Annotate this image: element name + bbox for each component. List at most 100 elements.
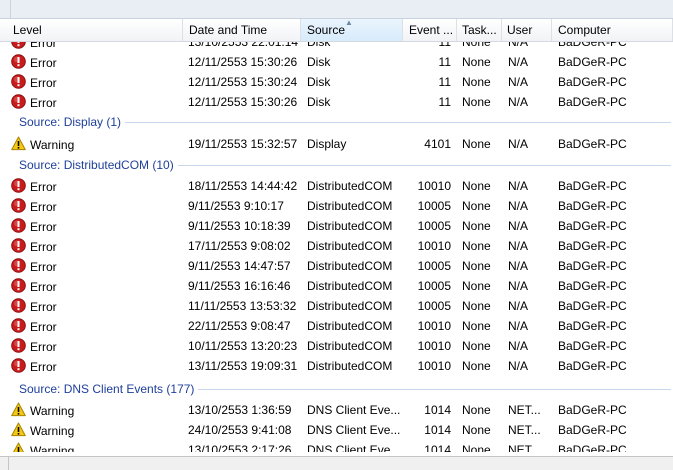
group-header-distributedcom[interactable]: Source: DistributedCOM (10) <box>0 155 673 175</box>
error-icon <box>11 278 26 294</box>
event-task-cell: None <box>462 199 491 213</box>
event-source-cell: Disk <box>307 55 331 69</box>
event-date-cell: 12/11/2553 15:30:26 <box>188 95 298 109</box>
event-row[interactable]: Error 9/11/2553 9:10:17 DistributedCOM 1000… <box>0 196 673 216</box>
event-user-cell: N/A <box>508 319 529 333</box>
event-row[interactable]: Error 17/11/2553 9:08:02 DistributedCOM 100… <box>0 236 673 256</box>
event-row[interactable]: Error 12/11/2553 15:30:24 Disk 11 None N/A BaD… <box>0 72 673 92</box>
column-header-task-category-label: Task... <box>462 23 497 37</box>
event-source-cell: DistributedCOM <box>307 299 393 313</box>
column-header-task-category[interactable]: Task... <box>457 19 502 41</box>
event-level-text: Error <box>30 319 57 334</box>
error-icon <box>11 54 26 70</box>
group-header-dns-client[interactable]: Source: DNS Client Events (177) <box>0 379 673 399</box>
event-source-cell: DistributedCOM <box>307 319 393 333</box>
event-computer-cell: BaDGeR-PC <box>558 359 627 373</box>
event-row[interactable]: Error 13/11/2553 19:09:31 DistributedCOM 10… <box>0 356 673 376</box>
column-header-level[interactable]: Level <box>0 19 183 41</box>
event-level-cell: Error <box>11 52 183 72</box>
event-source-cell: Disk <box>307 95 331 109</box>
event-level-text: Error <box>30 339 57 354</box>
group-header-display[interactable]: Source: Display (1) <box>0 112 673 132</box>
event-level-text: Error <box>30 259 57 274</box>
event-date-cell: 22/11/2553 9:08:47 <box>188 319 291 333</box>
event-id-cell: 10010 <box>417 179 451 193</box>
event-row[interactable]: Error 9/11/2553 16:16:46 DistributedCOM 100… <box>0 276 673 296</box>
event-level-cell: Error <box>11 256 183 276</box>
event-level-text: Error <box>30 55 57 70</box>
event-user-cell: N/A <box>508 299 529 313</box>
column-header-user-label: User <box>507 23 533 37</box>
event-id-cell: 10005 <box>417 259 451 273</box>
event-computer-cell: BaDGeR-PC <box>558 137 627 151</box>
event-id-cell: 11 <box>438 55 451 69</box>
event-computer-cell: BaDGeR-PC <box>558 319 627 333</box>
warning-icon <box>11 442 26 452</box>
warning-icon <box>11 136 26 151</box>
event-level-cell: Error <box>11 216 183 236</box>
event-row[interactable]: Error 13/10/2553 22:01:14 Disk 11 None N/A BaD… <box>0 42 673 52</box>
warning-icon <box>11 402 26 417</box>
event-level-text: Warning <box>30 403 75 418</box>
event-source-cell: Disk <box>307 42 331 49</box>
event-row[interactable]: Error 10/11/2553 13:20:23 DistributedCOM 10… <box>0 336 673 356</box>
event-row[interactable]: Error 18/11/2553 14:44:42 DistributedCOM 10… <box>0 176 673 196</box>
event-list[interactable]: Error 13/10/2553 22:01:14 Disk 11 None N/A BaD… <box>0 42 673 452</box>
event-level-cell: Warning <box>11 440 183 452</box>
event-row[interactable]: Error 9/11/2553 10:18:39 DistributedCOM 100… <box>0 216 673 236</box>
event-row[interactable]: Warning 24/10/2553 9:41:08 DNS Client Eve.… <box>0 420 673 440</box>
column-header-date[interactable]: Date and Time <box>183 19 301 41</box>
event-level-text: Warning <box>30 423 75 438</box>
event-id-cell: 11 <box>438 75 451 89</box>
event-level-text: Error <box>30 359 57 374</box>
column-header-row: Level Date and Time ▲ Source Event ... T… <box>0 19 673 42</box>
error-icon <box>11 94 26 110</box>
column-header-computer-label: Computer <box>558 23 611 37</box>
toolbar-corner <box>0 0 11 18</box>
event-row[interactable]: Error 12/11/2553 15:30:26 Disk 11 None N/A BaD… <box>0 52 673 72</box>
event-level-text: Error <box>30 75 57 90</box>
column-header-level-label: Level <box>13 23 42 37</box>
event-row[interactable]: Error 12/11/2553 15:30:26 Disk 11 None N/A BaD… <box>0 92 673 112</box>
toolbar-strip <box>0 0 673 19</box>
event-level-cell: Warning <box>11 400 183 420</box>
event-date-cell: 9/11/2553 9:10:17 <box>188 199 284 213</box>
event-source-cell: DistributedCOM <box>307 239 393 253</box>
column-header-event-id[interactable]: Event ... <box>403 19 457 41</box>
event-user-cell: N/A <box>508 279 529 293</box>
event-level-text: Warning <box>30 443 75 452</box>
event-task-cell: None <box>462 403 491 417</box>
event-user-cell: N/A <box>508 359 529 373</box>
column-header-source[interactable]: ▲ Source <box>301 19 403 41</box>
event-id-cell: 11 <box>438 42 451 49</box>
column-header-computer[interactable]: Computer <box>552 19 673 41</box>
column-header-date-label: Date and Time <box>189 23 268 37</box>
group-title: Source: Display (1) <box>19 112 126 132</box>
event-id-cell: 1014 <box>424 403 451 417</box>
event-computer-cell: BaDGeR-PC <box>558 95 627 109</box>
error-icon <box>11 358 26 374</box>
event-level-cell: Error <box>11 42 183 52</box>
event-viewer: Level Date and Time ▲ Source Event ... T… <box>0 0 673 470</box>
event-date-cell: 10/11/2553 13:20:23 <box>188 339 298 353</box>
event-source-cell: DNS Client Eve... <box>307 403 401 417</box>
event-level-text: Error <box>30 299 57 314</box>
event-date-cell: 17/11/2553 9:08:02 <box>188 239 291 253</box>
column-header-source-label: Source <box>307 23 346 37</box>
event-row[interactable]: Error 11/11/2553 13:53:32 DistributedCOM 10… <box>0 296 673 316</box>
event-row[interactable]: Warning 13/10/2553 2:17:26 DNS Client Eve.… <box>0 440 673 452</box>
event-source-cell: DNS Client Eve... <box>307 443 401 452</box>
event-level-cell: Error <box>11 356 183 376</box>
column-header-user[interactable]: User <box>502 19 552 41</box>
event-id-cell: 10005 <box>417 279 451 293</box>
event-row[interactable]: Error 22/11/2553 9:08:47 DistributedCOM 100… <box>0 316 673 336</box>
event-row[interactable]: Warning 19/11/2553 15:32:57 Display 4101 Non… <box>0 134 673 154</box>
event-date-cell: 13/10/2553 22:01:14 <box>188 42 299 49</box>
event-date-cell: 19/11/2553 15:32:57 <box>188 137 298 151</box>
event-id-cell: 10005 <box>417 299 451 313</box>
event-computer-cell: BaDGeR-PC <box>558 259 627 273</box>
event-row[interactable]: Warning 13/10/2553 1:36:59 DNS Client Eve.… <box>0 400 673 420</box>
event-id-cell: 10010 <box>417 359 451 373</box>
event-row[interactable]: Error 9/11/2553 14:47:57 DistributedCOM 100… <box>0 256 673 276</box>
event-date-cell: 18/11/2553 14:44:42 <box>188 179 298 193</box>
